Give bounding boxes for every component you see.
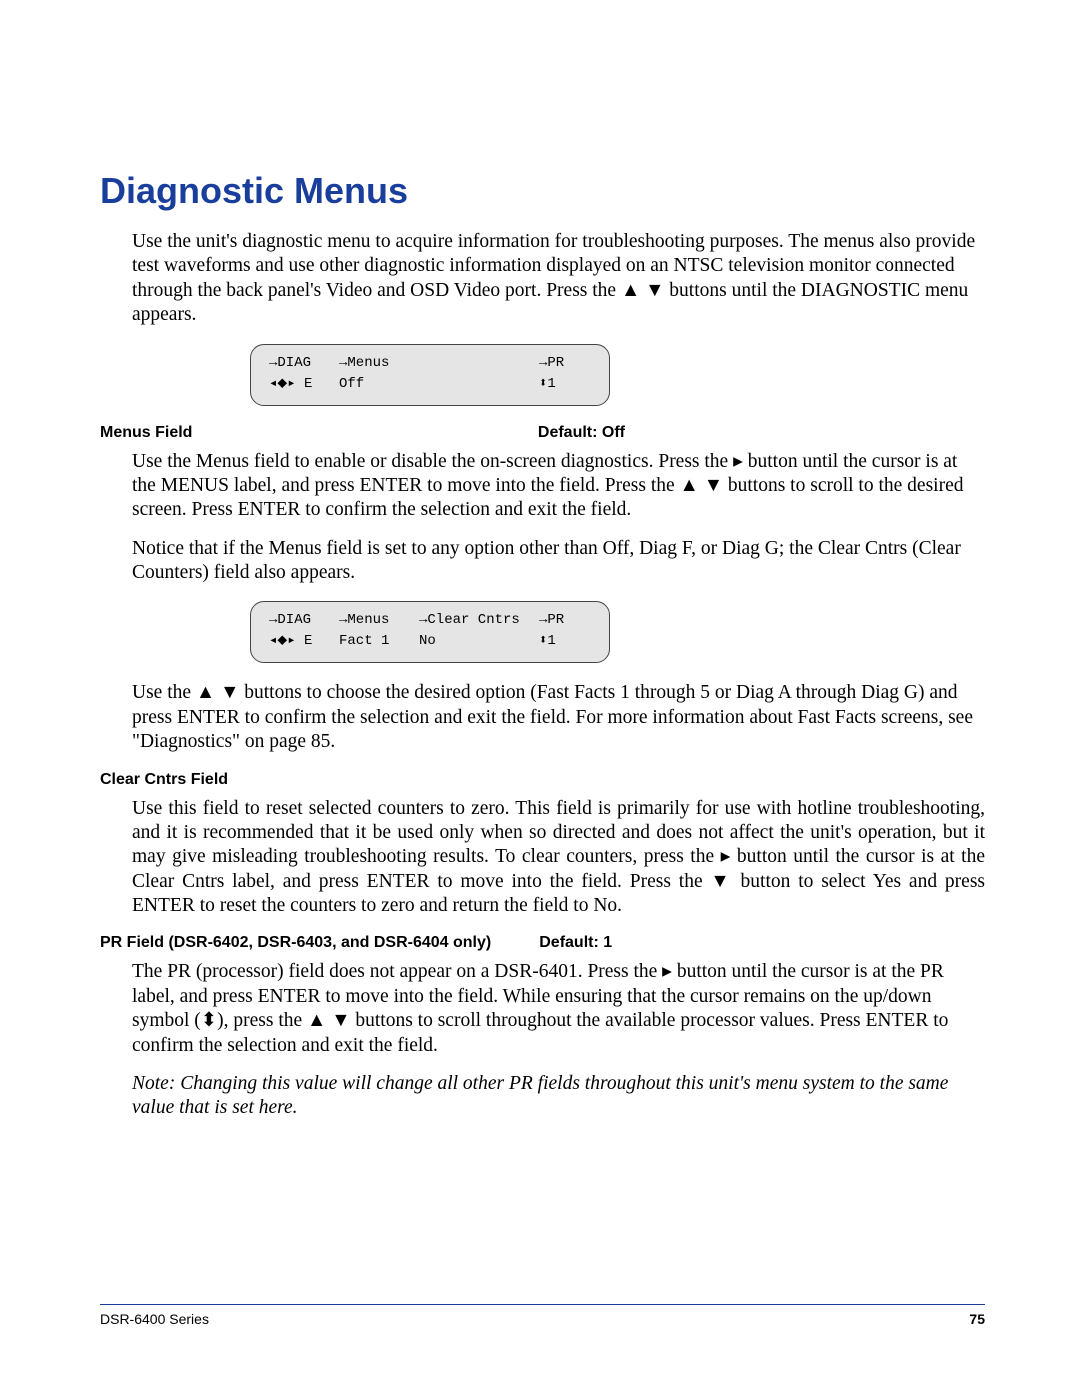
lcd2-r1c2: →Menus — [339, 610, 419, 631]
pr-field-header: PR Field (DSR-6402, DSR-6403, and DSR-64… — [100, 934, 985, 952]
page-footer: DSR-6400 Series 75 — [100, 1304, 985, 1327]
pr-field-label: PR Field (DSR-6402, DSR-6403, and DSR-64… — [100, 934, 491, 952]
pr-field-section: PR Field (DSR-6402, DSR-6403, and DSR-64… — [100, 934, 985, 1120]
lcd2-r2c3: No — [419, 631, 539, 652]
clear-cntrs-header: Clear Cntrs Field — [100, 771, 985, 789]
footer-series: DSR-6400 Series — [100, 1311, 969, 1327]
page: Diagnostic Menus Use the unit's diagnost… — [0, 0, 1080, 1397]
lcd1-r2c1: ◂⬥▸ E — [269, 374, 339, 395]
clear-cntrs-p1: Use this field to reset selected counter… — [132, 797, 985, 919]
lcd1-r2c2: Off — [339, 374, 539, 395]
lcd2-r1c4: →PR — [539, 610, 591, 631]
lcd2-r2c1: ◂⬥▸ E — [269, 631, 339, 652]
lcd1-r1c2: →Menus — [339, 353, 539, 374]
pr-field-note: Note: Changing this value will change al… — [132, 1072, 985, 1121]
lcd-display-2: →DIAG →Menus →Clear Cntrs →PR ◂⬥▸ E Fact… — [250, 601, 985, 663]
page-title: Diagnostic Menus — [100, 170, 985, 212]
footer-page-number: 75 — [969, 1311, 985, 1327]
intro-paragraph: Use the unit's diagnostic menu to acquir… — [132, 230, 985, 328]
menus-field-label: Menus Field — [100, 424, 192, 442]
menus-field-p2: Notice that if the Menus field is set to… — [132, 537, 985, 586]
clear-cntrs-section: Clear Cntrs Field Use this field to rese… — [100, 771, 985, 919]
lcd1-r2c4: ⬍1 — [539, 374, 591, 395]
clear-cntrs-label: Clear Cntrs Field — [100, 771, 228, 789]
lcd2-r1c1: →DIAG — [269, 610, 339, 631]
menus-field-default: Default: Off — [538, 424, 985, 442]
lcd1-r1c4: →PR — [539, 353, 591, 374]
lcd2-r2c4: ⬍1 — [539, 631, 591, 652]
menus-field-p1: Use the Menus field to enable or disable… — [132, 450, 985, 523]
menus-field-section: Menus Field Default: Off Use the Menus f… — [100, 424, 985, 586]
lcd1-r1c1: →DIAG — [269, 353, 339, 374]
lcd2-r2c2: Fact 1 — [339, 631, 419, 652]
lcd-screen: →DIAG →Menus →Clear Cntrs →PR ◂⬥▸ E Fact… — [250, 601, 610, 663]
menus-field-header: Menus Field Default: Off — [100, 424, 985, 442]
pr-field-default: Default: 1 — [539, 934, 612, 952]
after-lcd2-paragraph: Use the ▲ ▼ buttons to choose the desire… — [132, 681, 985, 754]
lcd-display-1: →DIAG →Menus →PR ◂⬥▸ E Off ⬍1 — [250, 344, 985, 406]
pr-field-p1: The PR (processor) field does not appear… — [132, 960, 985, 1058]
lcd2-r1c3: →Clear Cntrs — [419, 610, 539, 631]
lcd-screen: →DIAG →Menus →PR ◂⬥▸ E Off ⬍1 — [250, 344, 610, 406]
